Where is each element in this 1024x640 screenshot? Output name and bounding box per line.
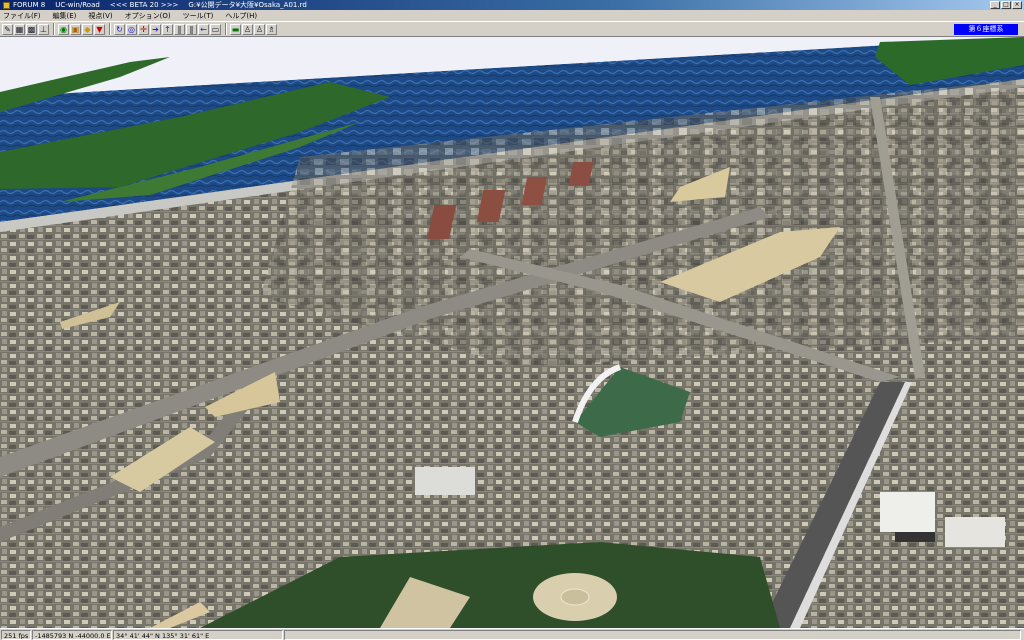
- close-button[interactable]: ×: [1012, 1, 1022, 9]
- filter-icon[interactable]: ▼: [94, 23, 105, 35]
- building-white: [945, 517, 1005, 547]
- menu-edit[interactable]: 編集(E): [52, 11, 78, 21]
- fps-readout: 251 fps: [1, 629, 31, 640]
- grid-icon[interactable]: ▦: [14, 23, 25, 35]
- lock-icon[interactable]: ▣: [70, 23, 81, 35]
- road-icon[interactable]: ◉: [58, 23, 69, 35]
- pause2-icon[interactable]: ‖: [186, 23, 197, 35]
- shield-icon[interactable]: ◆: [82, 23, 93, 35]
- toolbar-separator: [53, 23, 55, 35]
- status-bar: 251 fps -1485793 N -44000.0 E 34° 41' 44…: [0, 628, 1024, 640]
- arrow-right-icon[interactable]: ➔: [150, 23, 161, 35]
- building-shadow: [895, 532, 935, 542]
- geo-readout: 34° 41' 44" N 135° 31' 61" E: [113, 629, 283, 640]
- building-white: [880, 492, 935, 532]
- monitor-icon[interactable]: ▬: [230, 23, 241, 35]
- status-empty: [284, 629, 1021, 640]
- version-label: <<< BETA 20 >>>: [109, 1, 179, 9]
- menu-options[interactable]: オプション(O): [124, 11, 172, 21]
- window-controls: _ □ ×: [990, 1, 1022, 9]
- maximize-button[interactable]: □: [1001, 1, 1011, 9]
- building-white: [415, 467, 475, 495]
- move-icon[interactable]: ✛: [138, 23, 149, 35]
- globe-icon[interactable]: ◎: [126, 23, 137, 35]
- toolbar: ✎ ▦ ▩ ⊥ ◉ ▣ ◆ ▼ ↻ ◎ ✛ ➔ ↑ ‖ ‖ ← ▭ ▬ ♙ ♙ …: [0, 21, 1024, 37]
- toolbar-separator: [225, 23, 227, 35]
- file-path: G:¥公開データ¥大阪¥Osaka_A01.rd: [188, 1, 307, 9]
- person-icon[interactable]: ♙: [242, 23, 253, 35]
- menu-help[interactable]: ヘルプ(H): [224, 11, 258, 21]
- minimize-button[interactable]: _: [990, 1, 1000, 9]
- product-name: UC-win/Road: [55, 1, 100, 9]
- menu-tools[interactable]: ツール(T): [182, 11, 215, 21]
- position-readout: -1485793 N -44000.0 E: [32, 629, 112, 640]
- person2-icon[interactable]: ♙: [254, 23, 265, 35]
- arrow-left-icon[interactable]: ←: [198, 23, 209, 35]
- box-icon[interactable]: ▭: [210, 23, 221, 35]
- pause-icon[interactable]: ‖: [174, 23, 185, 35]
- menu-view[interactable]: 視点(V): [87, 11, 113, 21]
- app-name: FORUM 8: [13, 1, 46, 9]
- walk-icon[interactable]: ♗: [266, 23, 277, 35]
- grid2-icon[interactable]: ▩: [26, 23, 37, 35]
- chart-icon[interactable]: ⊥: [38, 23, 49, 35]
- pen-icon[interactable]: ✎: [2, 23, 13, 35]
- terrain-scene: [0, 37, 1024, 628]
- toolbar-separator: [109, 23, 111, 35]
- arrow-up-icon[interactable]: ↑: [162, 23, 173, 35]
- 3d-viewport[interactable]: [0, 37, 1024, 628]
- coordinate-system-badge[interactable]: 第６座標系: [954, 24, 1018, 35]
- app-icon: [3, 1, 10, 9]
- park-fountain: [560, 588, 590, 606]
- menu-bar: ファイル(F) 編集(E) 視点(V) オプション(O) ツール(T) ヘルプ(…: [0, 10, 1024, 21]
- rotate-icon[interactable]: ↻: [114, 23, 125, 35]
- title-bar: FORUM 8 UC-win/Road <<< BETA 20 >>> G:¥公…: [0, 0, 1024, 10]
- menu-file[interactable]: ファイル(F): [2, 11, 42, 21]
